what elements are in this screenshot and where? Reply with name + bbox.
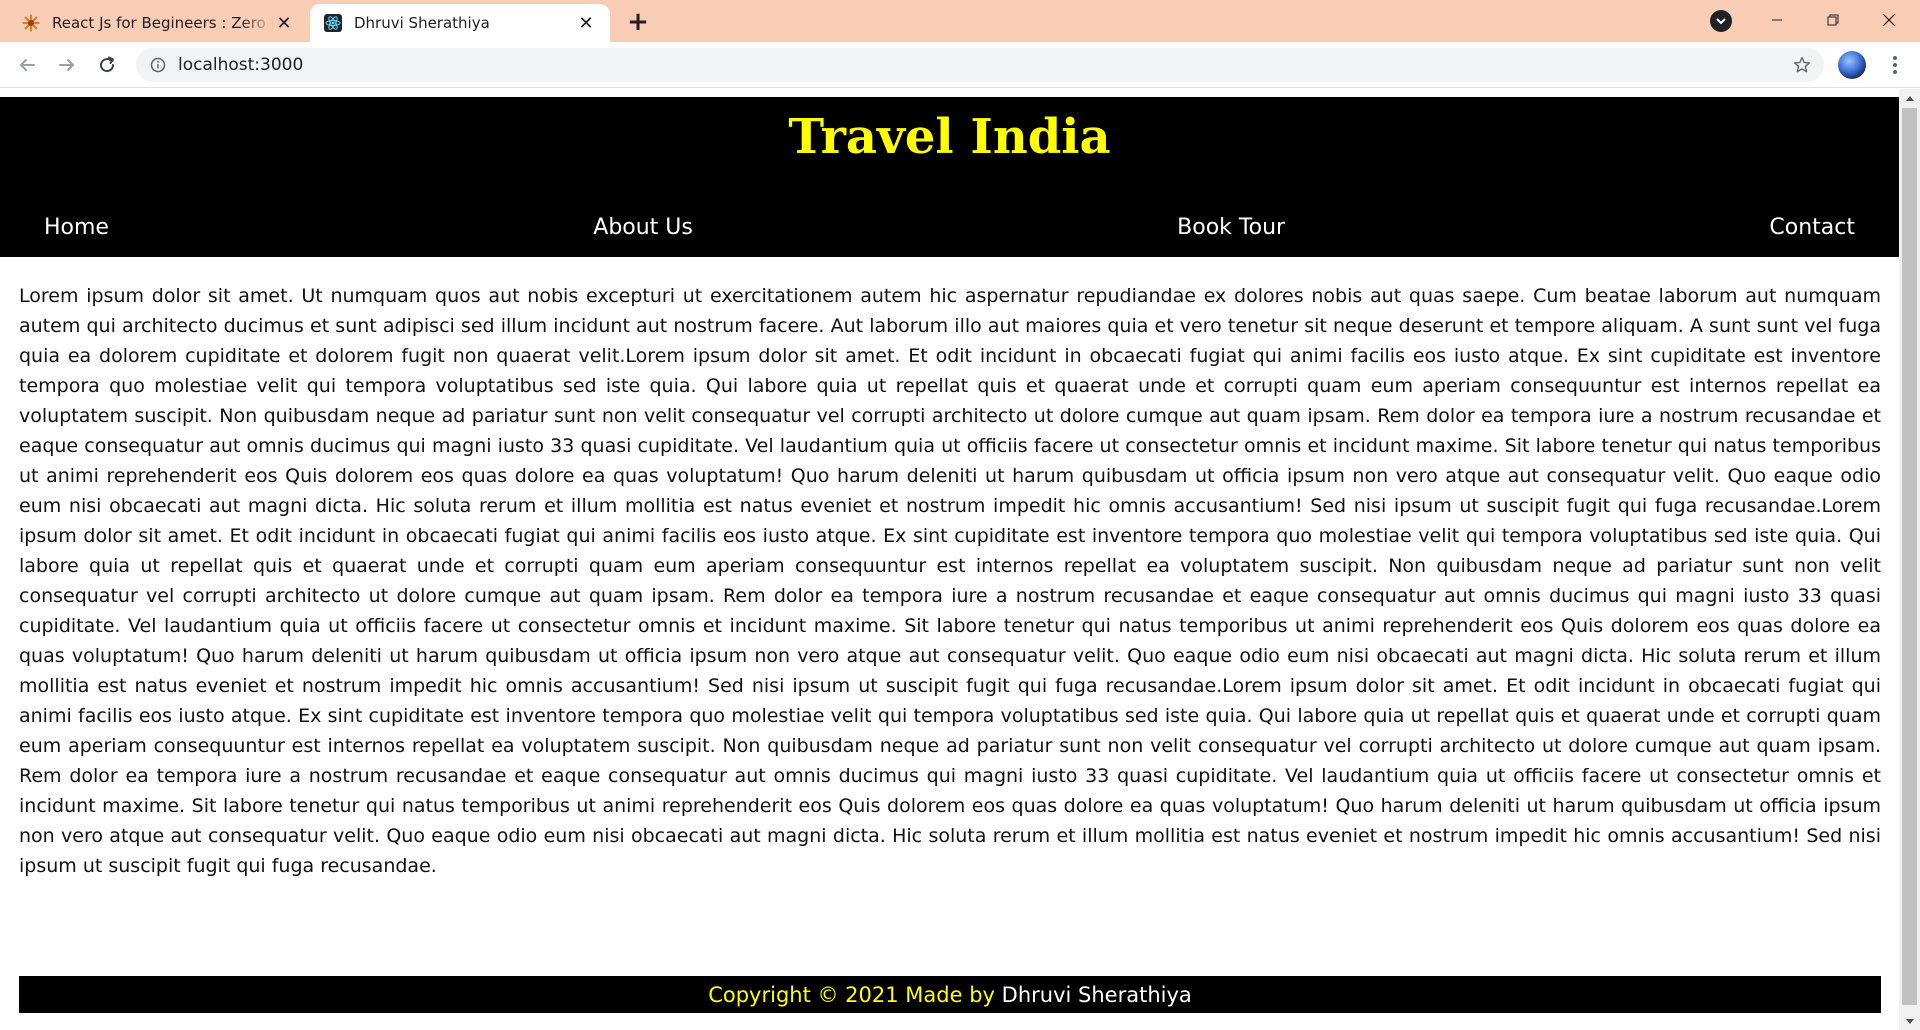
footer-copyright: Copyright © 2021 Made by bbox=[708, 982, 1002, 1007]
browser-toolbar: localhost:3000 bbox=[0, 42, 1920, 88]
scrollbar-thumb[interactable] bbox=[1902, 108, 1917, 1005]
restore-window-icon[interactable] bbox=[1810, 0, 1856, 40]
star-burst-icon bbox=[22, 14, 40, 32]
page-scrollbar[interactable] bbox=[1899, 89, 1920, 1030]
nav-contact-link[interactable]: Contact bbox=[1769, 215, 1855, 240]
bookmark-star-icon[interactable] bbox=[1788, 51, 1816, 79]
scroll-up-arrow-icon[interactable] bbox=[1899, 89, 1920, 106]
react-logo-icon bbox=[324, 14, 342, 32]
forward-arrow-icon[interactable] bbox=[52, 50, 82, 80]
browser-menu-icon[interactable] bbox=[1880, 50, 1910, 80]
close-tab-icon[interactable]: ✕ bbox=[576, 13, 596, 34]
footer-author: Dhruvi Sherathiya bbox=[1001, 982, 1192, 1007]
browser-tab-active[interactable]: Dhruvi Sherathiya ✕ bbox=[310, 4, 610, 42]
browser-tab-react-course[interactable]: React Js for Begineers : Zero to Hero ✕ bbox=[8, 4, 308, 42]
address-bar[interactable]: localhost:3000 bbox=[136, 48, 1824, 82]
url-text[interactable]: localhost:3000 bbox=[178, 55, 1788, 75]
close-tab-icon[interactable]: ✕ bbox=[274, 13, 294, 34]
site-footer: Copyright © 2021 Made by Dhruvi Sherathi… bbox=[19, 976, 1881, 1013]
tab-title: React Js for Begineers : Zero to Hero bbox=[52, 14, 274, 32]
close-window-icon[interactable] bbox=[1866, 0, 1912, 40]
tab-title: Dhruvi Sherathiya bbox=[354, 14, 490, 32]
profile-avatar[interactable] bbox=[1838, 51, 1866, 79]
new-tab-button[interactable]: + bbox=[624, 7, 652, 37]
nav-book-tour-link[interactable]: Book Tour bbox=[1177, 215, 1285, 240]
nav-about-us-link[interactable]: About Us bbox=[593, 215, 693, 240]
browser-tab-strip: React Js for Begineers : Zero to Hero ✕ … bbox=[0, 0, 1920, 42]
site-header: Travel India Home About Us Book Tour Con… bbox=[0, 97, 1899, 257]
info-icon[interactable] bbox=[148, 55, 168, 75]
site-title: Travel India bbox=[788, 109, 1111, 165]
reload-icon[interactable] bbox=[92, 50, 122, 80]
main-nav: Home About Us Book Tour Contact bbox=[44, 211, 1855, 243]
tab-search-icon[interactable] bbox=[1710, 10, 1732, 32]
nav-home-link[interactable]: Home bbox=[44, 215, 109, 240]
page-viewport: Travel India Home About Us Book Tour Con… bbox=[0, 89, 1899, 1030]
body-paragraph: Lorem ipsum dolor sit amet. Ut numquam q… bbox=[19, 285, 1881, 877]
scroll-down-arrow-icon[interactable] bbox=[1899, 1013, 1920, 1030]
back-arrow-icon[interactable] bbox=[12, 50, 42, 80]
minimize-window-icon[interactable] bbox=[1754, 0, 1800, 40]
